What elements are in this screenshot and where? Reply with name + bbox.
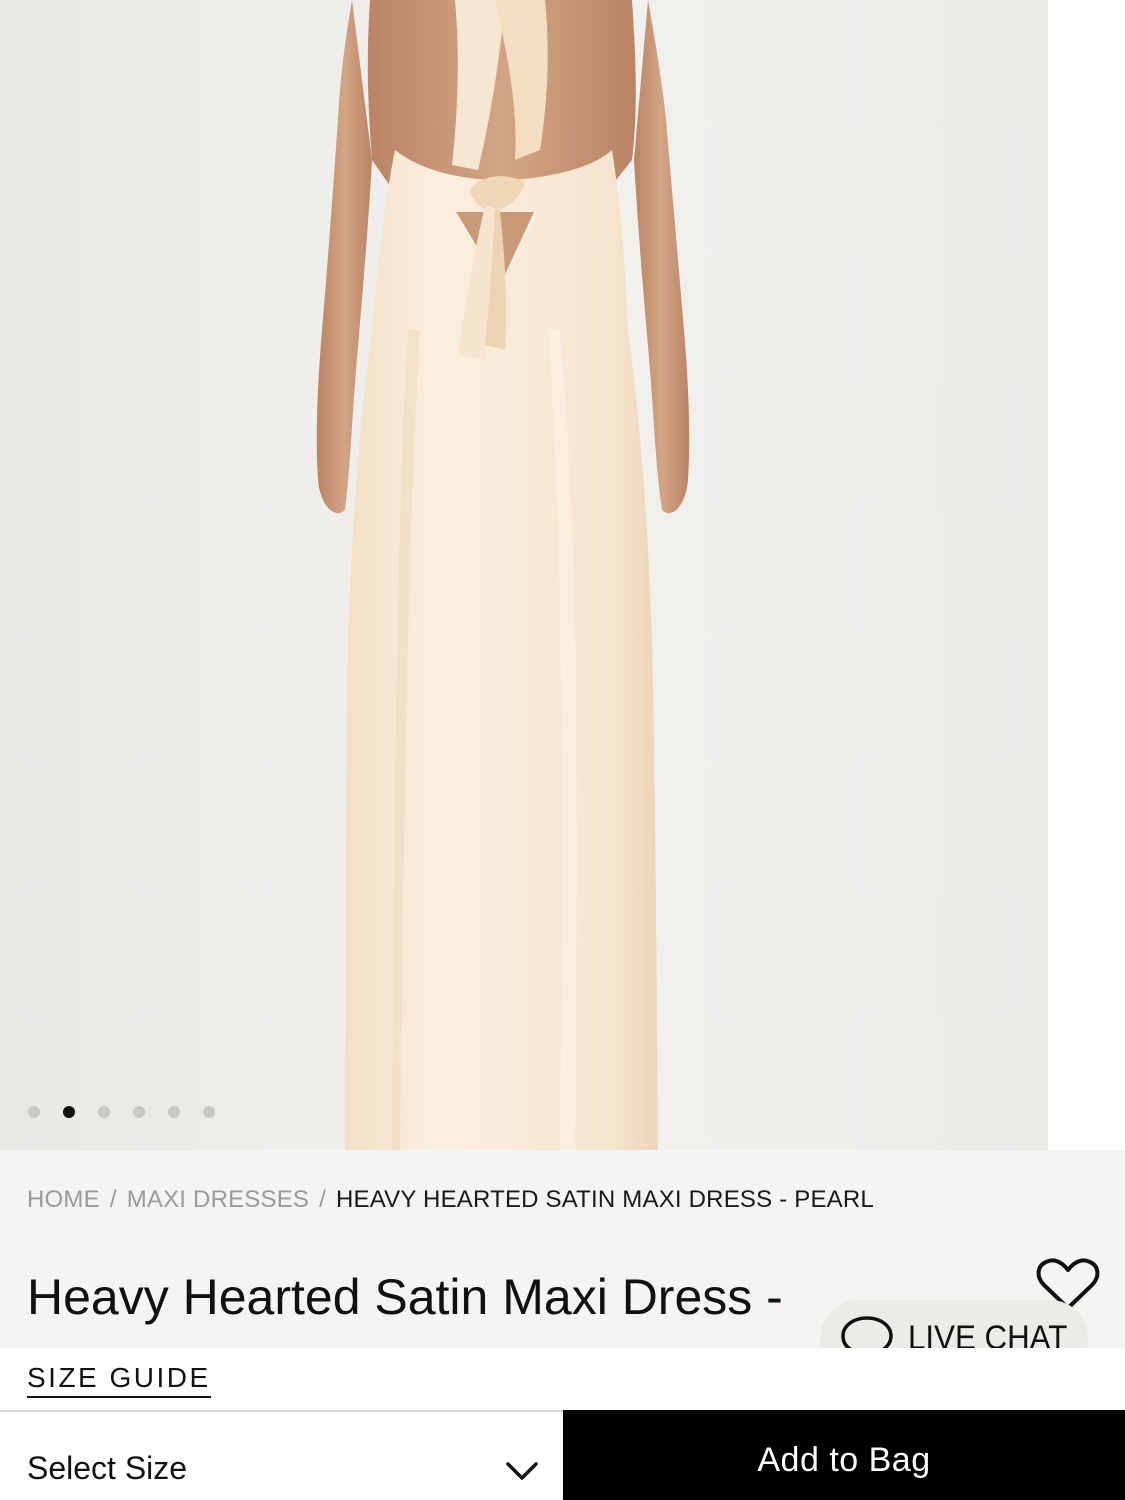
gallery-gutter [1048, 0, 1125, 1150]
carousel-dot[interactable] [133, 1106, 145, 1118]
carousel-dot[interactable] [203, 1106, 215, 1118]
carousel-dot[interactable] [98, 1106, 110, 1118]
breadcrumb: HOME / MAXI DRESSES / HEAVY HEARTED SATIN MA… [27, 1186, 874, 1214]
product-title: Heavy Hearted Satin Maxi Dress - Pearl [27, 1269, 783, 1348]
size-guide-link[interactable]: SIZE GUIDE [27, 1362, 211, 1398]
select-size-label: Select Size [27, 1450, 188, 1486]
carousel-dot[interactable] [28, 1106, 40, 1118]
select-size-dropdown[interactable]: Select Size [0, 1412, 563, 1500]
carousel-dot-active[interactable] [63, 1106, 75, 1118]
breadcrumb-separator: / [319, 1186, 327, 1213]
dress-photo [0, 0, 1048, 1150]
breadcrumb-separator: / [109, 1186, 117, 1213]
carousel-dots [28, 1106, 215, 1118]
breadcrumb-current: HEAVY HEARTED SATIN MAXI DRESS - PEARL [336, 1186, 874, 1213]
product-image[interactable] [0, 0, 1048, 1150]
size-guide-row: SIZE GUIDE [0, 1348, 1125, 1410]
add-to-bag-button[interactable]: Add to Bag [563, 1410, 1125, 1500]
chevron-down-icon [506, 1462, 538, 1480]
carousel-dot[interactable] [168, 1106, 180, 1118]
breadcrumb-maxi-dresses[interactable]: MAXI DRESSES [127, 1186, 309, 1213]
breadcrumb-home[interactable]: HOME [27, 1186, 100, 1213]
add-to-bag-label: Add to Bag [757, 1440, 931, 1479]
